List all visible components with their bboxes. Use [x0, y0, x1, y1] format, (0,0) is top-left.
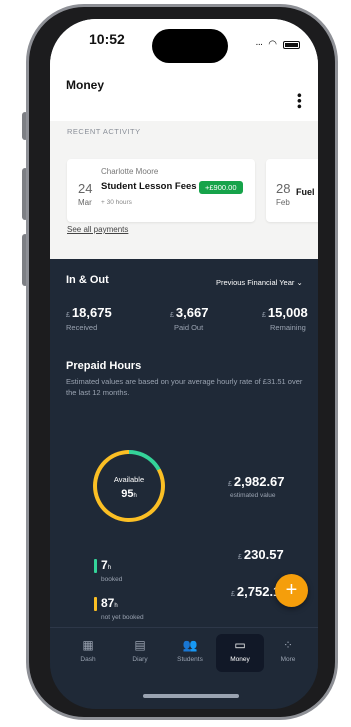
period-select[interactable]: Previous Financial Year ⌄: [216, 278, 303, 287]
top-section: 10:52 ··· ◠ Money ••• RECENT ACTIVITY 24…: [50, 19, 318, 259]
paid-out-amount: £3,667: [170, 305, 209, 320]
status-time: 10:52: [89, 31, 125, 47]
available-hours-ring: Available 95h: [93, 450, 165, 522]
not-booked-hours: 87h: [101, 596, 118, 610]
received-label: Received: [66, 323, 98, 332]
tab-diary[interactable]: ▤ Diary: [116, 638, 164, 663]
not-booked-label: not yet booked: [101, 614, 144, 621]
calendar-icon: ▤: [134, 638, 146, 652]
tab-money[interactable]: ▭ Money: [216, 634, 264, 672]
home-indicator: [143, 694, 239, 698]
prepaid-hours-title: Prepaid Hours: [66, 360, 142, 372]
wifi-icon: ◠: [268, 39, 277, 50]
grid-icon: ▦: [82, 638, 94, 652]
paid-out-label: Paid Out: [174, 323, 204, 332]
period-label: Previous Financial Year: [216, 278, 295, 287]
page-title: Money: [66, 78, 105, 92]
currency-symbol: £: [170, 312, 174, 319]
card-title: Fuel: [296, 187, 315, 197]
people-icon: 👥: [182, 638, 198, 652]
activity-card[interactable]: 24 Mar Charlotte Moore Student Lesson Fe…: [67, 159, 255, 222]
activity-card[interactable]: 28 Feb Fuel: [266, 159, 318, 222]
card-day: 28: [276, 181, 291, 196]
remaining-label: Remaining: [270, 323, 306, 332]
tab-dash[interactable]: ▦ Dash: [64, 638, 112, 663]
currency-symbol: £: [238, 554, 242, 561]
tab-more[interactable]: ⁘ More: [264, 638, 312, 663]
currency-symbol: £: [231, 591, 235, 598]
remaining-amount: £15,008: [262, 305, 308, 320]
app-screen: 10:52 ··· ◠ Money ••• RECENT ACTIVITY 24…: [50, 19, 318, 709]
not-booked-bar: [94, 597, 97, 611]
status-icons: ··· ◠: [255, 39, 300, 50]
amount-badge: +£900.00: [199, 181, 243, 194]
currency-symbol: £: [228, 481, 232, 488]
more-icon: ⁘: [282, 638, 294, 652]
currency-symbol: £: [262, 312, 266, 319]
booked-label: booked: [101, 576, 123, 583]
battery-icon: [283, 40, 300, 49]
booked-bar: [94, 559, 97, 573]
card-title: Student Lesson Fees: [101, 181, 197, 192]
card-day: 24: [78, 181, 93, 196]
card-month: Mar: [78, 198, 92, 207]
card-duration: + 30 hours: [101, 199, 132, 206]
in-out-title: In & Out: [66, 274, 109, 286]
recent-activity-label: RECENT ACTIVITY: [67, 127, 141, 136]
available-label: Available: [113, 475, 145, 484]
prepaid-description: Estimated values are based on your avera…: [66, 377, 303, 397]
available-hours: 95h: [121, 488, 137, 500]
estimated-value-label: estimated value: [230, 492, 276, 499]
card-person: Charlotte Moore: [101, 167, 159, 176]
estimated-value-amount: £2,982.67: [228, 474, 285, 489]
booked-value: £230.57: [238, 547, 284, 562]
booked-hours: 7h: [101, 558, 112, 572]
add-button[interactable]: +: [275, 574, 308, 607]
tab-students[interactable]: 👥 Students: [166, 638, 214, 663]
see-all-payments-link[interactable]: See all payments: [67, 225, 128, 234]
signal-icon: ···: [255, 39, 263, 50]
card-month: Feb: [276, 198, 290, 207]
dynamic-island: [152, 29, 228, 63]
chevron-down-icon: ⌄: [296, 278, 303, 287]
wallet-icon: ▭: [234, 638, 246, 652]
currency-symbol: £: [66, 312, 70, 319]
more-options-icon[interactable]: •••: [292, 93, 307, 110]
received-amount: £18,675: [66, 305, 112, 320]
